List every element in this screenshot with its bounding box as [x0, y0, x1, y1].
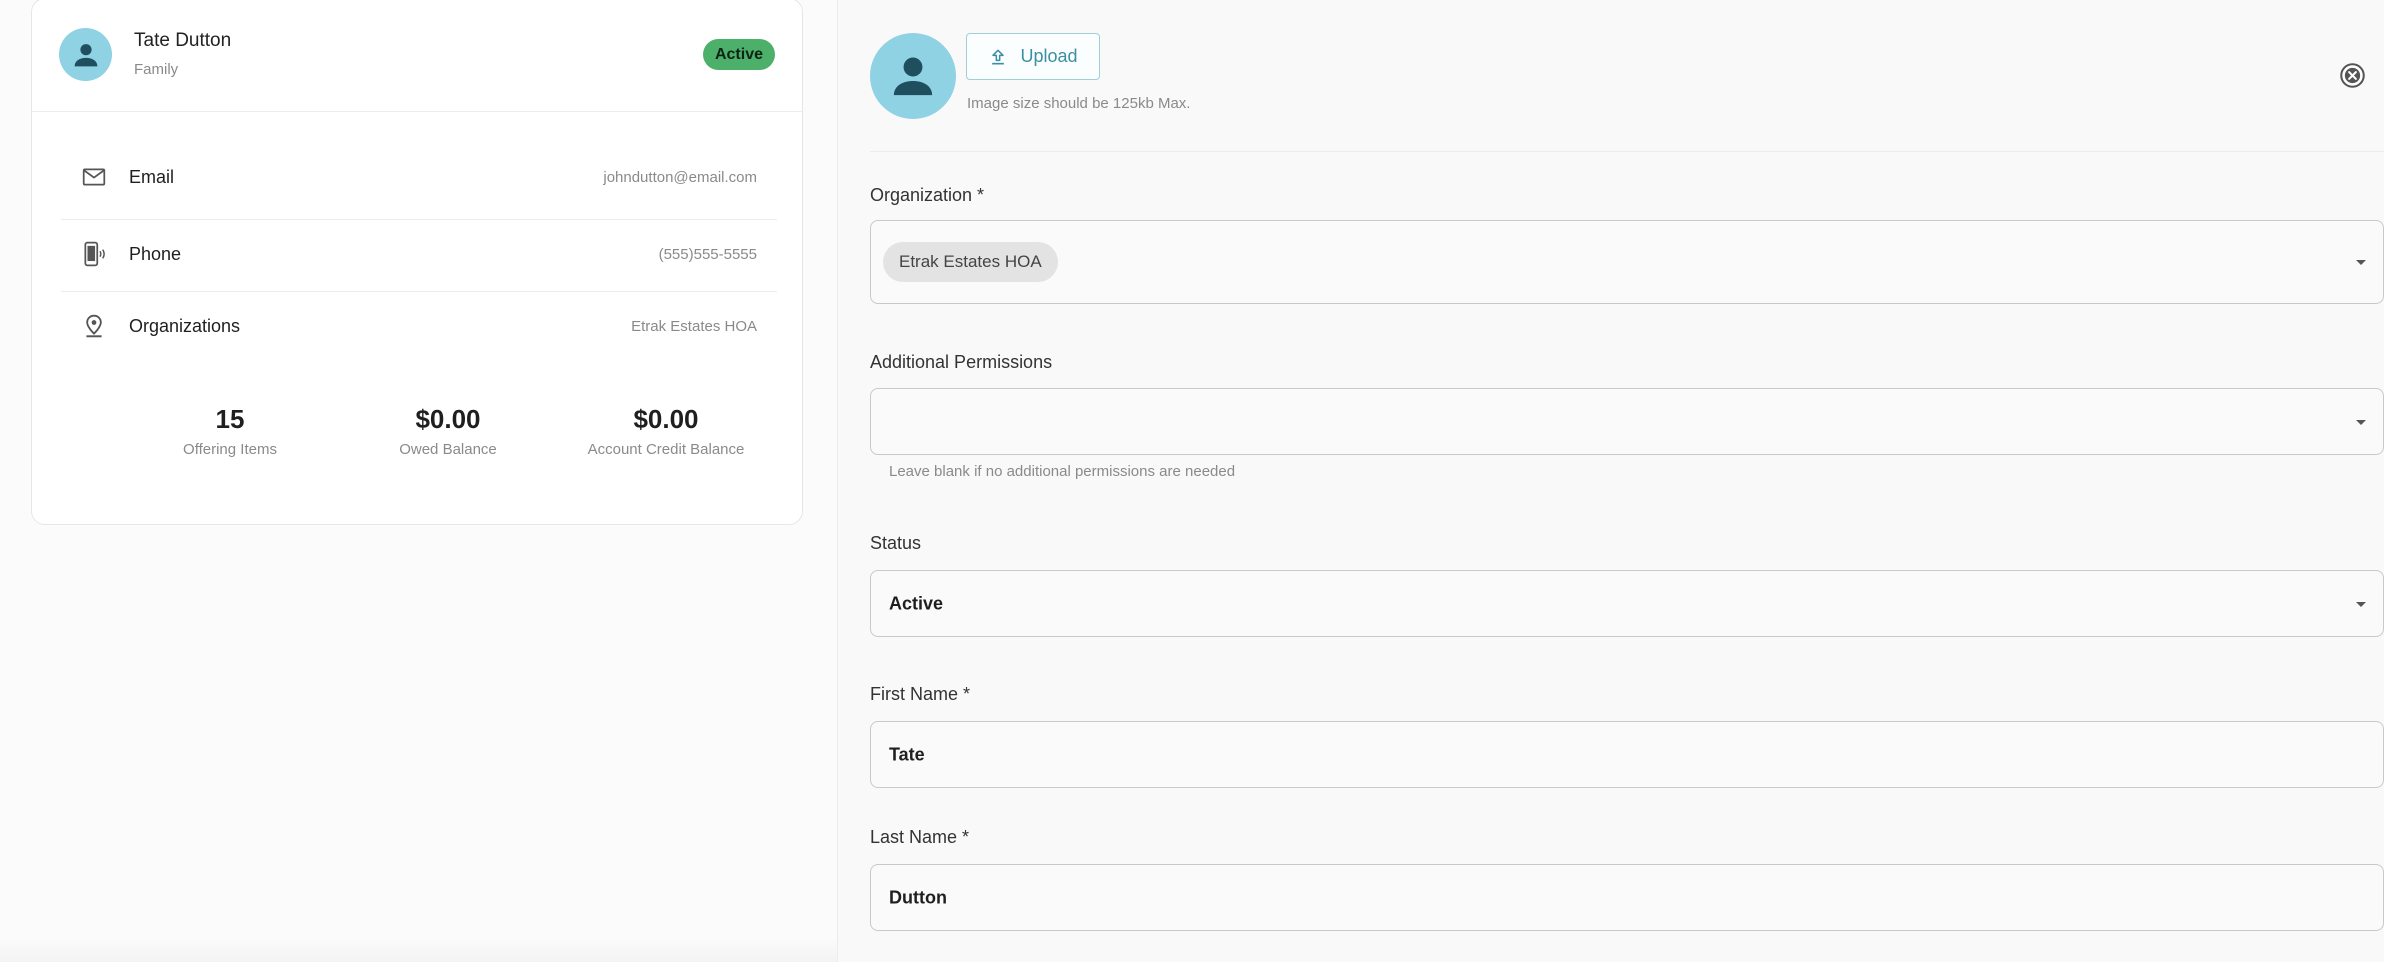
location-pin-icon [81, 313, 107, 339]
stat-account-credit-balance: $0.00 Account Credit Balance [556, 403, 776, 458]
avatar [59, 28, 112, 81]
stat-owed-balance: $0.00 Owed Balance [338, 403, 558, 458]
close-icon [2340, 63, 2365, 88]
permissions-helper-text: Leave blank if no additional permissions… [889, 463, 1236, 480]
upload-hint: Image size should be 125kb Max. [967, 95, 1191, 112]
info-label-organizations: Organizations [129, 316, 241, 336]
contact-info-list: Email johndutton@email.com Phone (555)55… [61, 148, 777, 363]
info-label-email: Email [129, 167, 175, 187]
avatar-preview [870, 33, 956, 119]
first-name-value: Tate [889, 744, 925, 764]
organization-label: Organization * [870, 185, 985, 205]
status-label: Status [870, 533, 922, 553]
organization-select[interactable]: Etrak Estates HOA [870, 220, 2384, 304]
profile-name: Tate Dutton [134, 30, 232, 51]
close-button[interactable] [2339, 62, 2366, 89]
first-name-label: First Name * [870, 684, 971, 704]
profile-role: Family [134, 61, 179, 78]
stat-label: Offering Items [183, 441, 277, 458]
stat-offering-items: 15 Offering Items [120, 403, 340, 458]
permissions-select[interactable] [870, 388, 2384, 455]
organization-chip[interactable]: Etrak Estates HOA [883, 242, 1058, 282]
chevron-down-icon [2353, 596, 2369, 612]
first-name-field[interactable]: Tate [870, 721, 2384, 788]
info-row-organizations: Organizations Etrak Estates HOA [61, 292, 777, 363]
last-name-field[interactable]: Dutton [870, 864, 2384, 931]
account-stats: 15 Offering Items $0.00 Owed Balance $0.… [32, 403, 802, 463]
person-icon [893, 57, 933, 96]
profile-card: Tate Dutton Family Active Email johndutt… [31, 0, 803, 525]
stat-label: Account Credit Balance [587, 441, 745, 458]
person-icon [74, 43, 97, 66]
page-shadow [0, 938, 837, 962]
info-value-email: johndutton@email.com [603, 169, 757, 186]
stat-value: 15 [215, 404, 245, 434]
info-label-phone: Phone [129, 244, 182, 264]
info-value-phone: (555)555-5555 [658, 246, 757, 263]
upload-button-label: Upload [1020, 46, 1078, 66]
chevron-down-icon [2353, 254, 2369, 270]
last-name-value: Dutton [889, 887, 947, 907]
chevron-down-icon [2353, 414, 2369, 430]
status-badge: Active [702, 39, 775, 70]
info-value-organizations: Etrak Estates HOA [631, 318, 757, 335]
phone-icon [81, 241, 107, 267]
info-row-phone: Phone (555)555-5555 [61, 220, 777, 292]
divider [870, 151, 2384, 152]
profile-header: Tate Dutton Family Active [32, 0, 802, 112]
status-value: Active [889, 593, 944, 613]
upload-icon [992, 49, 1005, 64]
info-row-email: Email johndutton@email.com [61, 148, 777, 220]
status-select[interactable]: Active [870, 570, 2384, 637]
stat-value: $0.00 [415, 404, 481, 434]
edit-user-form: Upload Image size should be 125kb Max. O… [837, 0, 2384, 962]
upload-button[interactable]: Upload [966, 33, 1100, 80]
permissions-label: Additional Permissions [870, 352, 1053, 372]
last-name-label: Last Name * [870, 827, 970, 847]
stat-value: $0.00 [633, 404, 699, 434]
mail-icon [81, 164, 107, 190]
stat-label: Owed Balance [399, 441, 497, 458]
